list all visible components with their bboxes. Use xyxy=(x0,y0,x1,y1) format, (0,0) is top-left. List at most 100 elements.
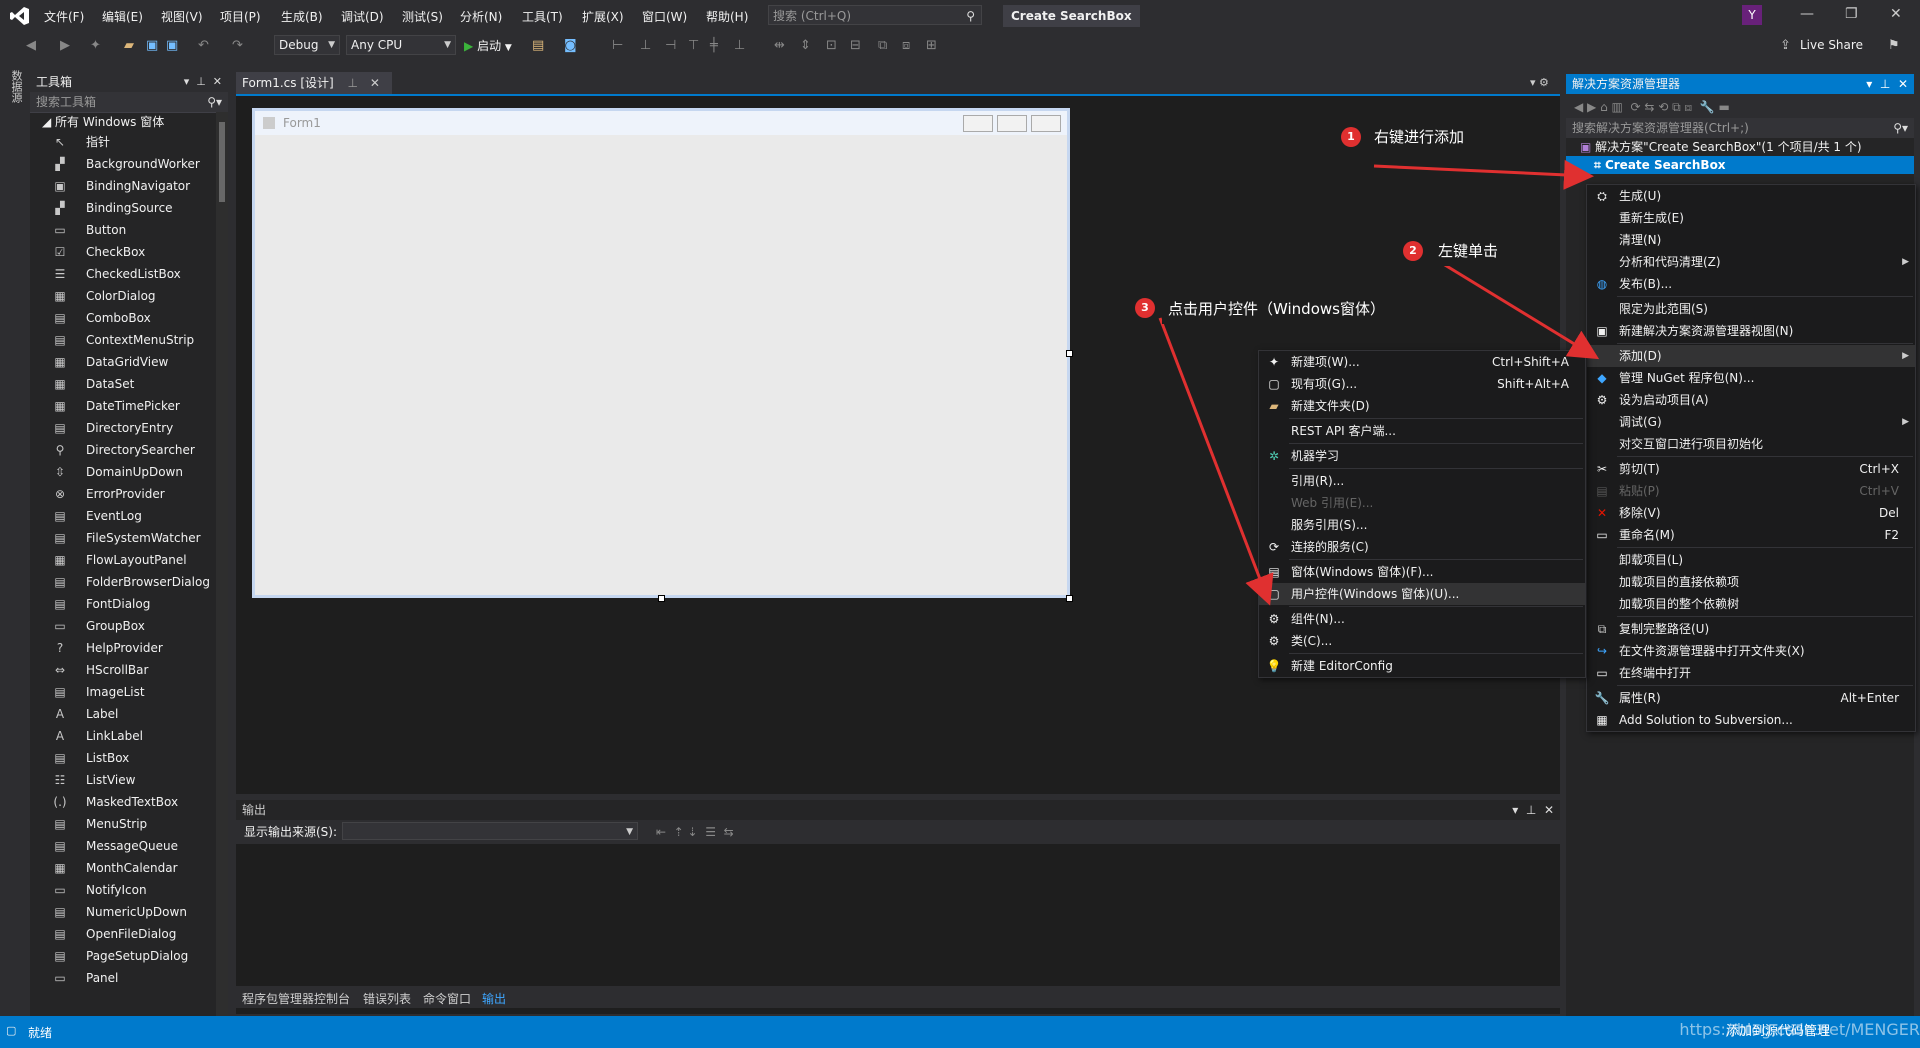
live-share-icon[interactable]: ⇪ xyxy=(1780,38,1791,53)
toolbox-item[interactable]: ☰ CheckedListBox xyxy=(30,263,228,285)
toolbox-item[interactable]: ▦ MonthCalendar xyxy=(30,857,228,879)
align-top-icon[interactable]: ⊤ xyxy=(688,38,699,53)
resize-handle[interactable] xyxy=(1066,350,1073,357)
form-preview[interactable]: Form1 xyxy=(252,108,1070,598)
toolbox-item[interactable]: ▤ ListBox xyxy=(30,747,228,769)
menu-item-3[interactable]: 项目(P) xyxy=(220,8,261,25)
toolbox-item[interactable]: A LinkLabel xyxy=(30,725,228,747)
toolbox-item[interactable]: ▭ Button xyxy=(30,219,228,241)
align-middle-icon[interactable]: ╪ xyxy=(710,38,718,53)
menu-item[interactable]: ✂ 剪切(T) Ctrl+X xyxy=(1587,458,1915,480)
menu-item[interactable]: 重新生成(E) xyxy=(1587,207,1915,229)
menu-item[interactable]: 引用(R)... xyxy=(1259,470,1585,492)
avatar[interactable]: Y xyxy=(1742,5,1762,25)
resize-handle[interactable] xyxy=(1066,595,1073,602)
toolbox-item[interactable]: A Label xyxy=(30,703,228,725)
menu-item-2[interactable]: 视图(V) xyxy=(161,8,203,25)
menu-item[interactable]: ▭ 重命名(M) F2 xyxy=(1587,524,1915,546)
toolbox-item[interactable]: ▞ BindingSource xyxy=(30,197,228,219)
undo-icon[interactable]: ↶ xyxy=(198,38,209,53)
menu-item[interactable]: REST API 客户端... xyxy=(1259,420,1585,442)
menu-item[interactable]: 加载项目的直接依赖项 xyxy=(1587,571,1915,593)
align-left-icon[interactable]: ⊢ xyxy=(612,38,623,53)
menu-item[interactable]: ▰ 新建文件夹(D) xyxy=(1259,395,1585,417)
toolbox-item[interactable]: ▤ OpenFileDialog xyxy=(30,923,228,945)
toolbox-item[interactable]: ▤ FontDialog xyxy=(30,593,228,615)
toolbox-item[interactable]: ▤ ImageList xyxy=(30,681,228,703)
toolbox-item[interactable]: ⊗ ErrorProvider xyxy=(30,483,228,505)
menu-item[interactable]: ⚙ 组件(N)... xyxy=(1259,608,1585,630)
toolbox-item[interactable]: ▤ FolderBrowserDialog xyxy=(30,571,228,593)
menu-item[interactable]: ✦ 新建项(W)... Ctrl+Shift+A xyxy=(1259,351,1585,373)
order-icon[interactable]: ⧉ xyxy=(878,38,887,53)
toolbox-item[interactable]: ☑ CheckBox xyxy=(30,241,228,263)
menu-item-5[interactable]: 调试(D) xyxy=(341,8,384,25)
menu-item[interactable]: ▭ 在终端中打开 xyxy=(1587,662,1915,684)
menu-item-1[interactable]: 编辑(E) xyxy=(102,8,143,25)
toolbox-item[interactable]: ▦ DataSet xyxy=(30,373,228,395)
menu-item[interactable]: 🔧 属性(R) Alt+Enter xyxy=(1587,687,1915,709)
toolbox-item[interactable]: ⇔ HScrollBar xyxy=(30,659,228,681)
align-bottom-icon[interactable]: ⊥ xyxy=(734,38,745,53)
menu-item-10[interactable]: 窗口(W) xyxy=(642,8,687,25)
menu-item[interactable]: ◆ 管理 NuGet 程序包(N)... xyxy=(1587,367,1915,389)
menu-item[interactable]: ▤ 窗体(Windows 窗体)(F)... xyxy=(1259,561,1585,583)
toolbox-item[interactable]: (.) MaskedTextBox xyxy=(30,791,228,813)
menu-item[interactable]: 服务引用(S)... xyxy=(1259,514,1585,536)
menu-item[interactable]: ↪ 在文件资源管理器中打开文件夹(X) xyxy=(1587,640,1915,662)
project-node[interactable]: ⌗ Create SearchBox xyxy=(1566,156,1914,174)
tab-overflow-icon[interactable]: ▾ ⚙ xyxy=(1530,76,1549,89)
menu-item[interactable]: 对交互窗口进行项目初始化 xyxy=(1587,433,1915,455)
tab-error-list[interactable]: 错误列表 xyxy=(363,990,411,1007)
minimize-icon[interactable]: — xyxy=(1800,6,1814,22)
output-source-dropdown[interactable]: ▼ xyxy=(342,822,638,840)
toolbox-item[interactable]: ▭ NotifyIcon xyxy=(30,879,228,901)
spacing-icon[interactable]: ⇕ xyxy=(800,38,811,53)
toolbox-item[interactable]: ▭ Panel xyxy=(30,967,228,989)
size-icon[interactable]: ⊡ xyxy=(826,38,837,53)
menu-item-4[interactable]: 生成(B) xyxy=(281,8,323,25)
data-sources-tab[interactable]: 数据源 xyxy=(8,70,23,103)
toolbox-item[interactable]: ↖ 指针 xyxy=(30,131,228,153)
close-icon[interactable]: ✕ xyxy=(1890,6,1902,22)
toolbox-item[interactable]: ▦ ColorDialog xyxy=(30,285,228,307)
menu-item[interactable]: 分析和代码清理(Z) ▶ xyxy=(1587,251,1915,273)
back-icon[interactable]: ◀ xyxy=(26,38,36,53)
start-button[interactable]: ▶ 启动 ▼ xyxy=(464,37,512,54)
menu-item[interactable]: ▣ 新建解决方案资源管理器视图(N) xyxy=(1587,320,1915,342)
output-tools-icon[interactable]: ⇤ ⇡ ⇣ ☰ ⇆ xyxy=(656,820,734,844)
tab-package-manager[interactable]: 程序包管理器控制台 xyxy=(242,990,350,1007)
solution-explorer-search-input[interactable]: 搜索解决方案资源管理器(Ctrl+;) ⚲▾ xyxy=(1566,118,1914,138)
toolbox-item[interactable]: ▤ PageSetupDialog xyxy=(30,945,228,967)
toolbox-item[interactable]: ☷ ListView xyxy=(30,769,228,791)
maximize-icon[interactable]: ❐ xyxy=(1845,6,1858,22)
forward-icon[interactable]: ▶ xyxy=(60,38,70,53)
menu-item[interactable]: ⧉ 复制完整路径(U) xyxy=(1587,618,1915,640)
toolbox-item[interactable]: ▭ GroupBox xyxy=(30,615,228,637)
menu-item[interactable]: ◍ 发布(B)... xyxy=(1587,273,1915,295)
align-center-icon[interactable]: ⊥ xyxy=(640,38,651,53)
menu-item[interactable]: 调试(G) ▶ xyxy=(1587,411,1915,433)
menu-item-0[interactable]: 文件(F) xyxy=(44,8,84,25)
toolbox-item[interactable]: ? HelpProvider xyxy=(30,637,228,659)
toolbox-item[interactable]: ▞ BackgroundWorker xyxy=(30,153,228,175)
save-icon[interactable]: ▣ xyxy=(146,38,158,53)
panel-controls-icon[interactable]: ▾ ⊥ ✕ xyxy=(1866,74,1908,94)
close-tab-icon[interactable]: ✕ xyxy=(370,76,380,90)
toolbox-item[interactable]: ▤ MessageQueue xyxy=(30,835,228,857)
toolbox-item[interactable]: ⚲ DirectorySearcher xyxy=(30,439,228,461)
menu-item[interactable]: 清理(N) xyxy=(1587,229,1915,251)
toolbox-item[interactable]: ▦ FlowLayoutPanel xyxy=(30,549,228,571)
menu-item[interactable]: ⚙ 类(C)... xyxy=(1259,630,1585,652)
tab-command-window[interactable]: 命令窗口 xyxy=(423,990,471,1007)
menu-item[interactable]: ▦ Add Solution to Subversion... xyxy=(1587,709,1915,731)
toolbox-item[interactable]: ▤ EventLog xyxy=(30,505,228,527)
menu-item-7[interactable]: 分析(N) xyxy=(460,8,502,25)
toolbox-item[interactable]: ⇳ DomainUpDown xyxy=(30,461,228,483)
align-right-icon[interactable]: ⊣ xyxy=(665,38,676,53)
toolbox-search-input[interactable]: 搜索工具箱 ⚲▾ xyxy=(30,92,228,113)
browser-icon[interactable]: ▤ xyxy=(532,38,544,53)
document-tab[interactable]: Form1.cs [设计] ⊥ ✕ xyxy=(236,72,392,94)
menu-item-8[interactable]: 工具(T) xyxy=(522,8,563,25)
toolbox-item[interactable]: ▤ MenuStrip xyxy=(30,813,228,835)
